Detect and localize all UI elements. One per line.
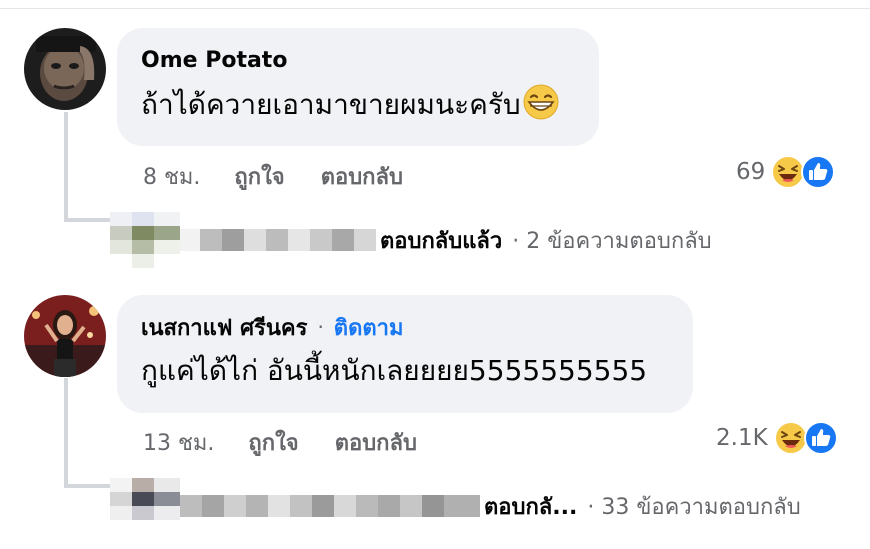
avatar-image	[24, 28, 106, 110]
reply-count[interactable]: · 33 ข้อความตอบกลับ	[587, 489, 800, 524]
reactions-1[interactable]: 69	[736, 152, 837, 192]
comment-time[interactable]: 8 ชม.	[143, 159, 200, 194]
reaction-count: 2.1K	[716, 425, 768, 451]
blurred-avatar	[110, 478, 180, 534]
view-replies-1[interactable]: ตอบกลับแล้ว · 2 ข้อความตอบกลับ	[110, 212, 712, 268]
reply-count[interactable]: · 2 ข้อความตอบกลับ	[512, 223, 711, 258]
reaction-count: 69	[736, 159, 766, 185]
thread-line-1	[64, 112, 68, 222]
comment-meta-2: 13 ชม. ถูกใจ ตอบกลับ	[143, 422, 417, 462]
haha-reaction-icon	[773, 421, 808, 455]
haha-reaction-icon	[771, 155, 806, 189]
like-reaction-icon	[801, 155, 836, 189]
thread-line-1-curve	[64, 218, 116, 222]
replied-label[interactable]: ตอบกลับแล้ว	[380, 223, 502, 258]
comment-text: กูแค่ได้ไก่ อันนี้หนักเลยยยย5555555555	[141, 354, 648, 387]
like-button[interactable]: ถูกใจ	[248, 425, 298, 460]
reaction-icons	[771, 155, 837, 189]
comment-text: ถ้าได้ควายเอามาขายผมนะครับ	[141, 84, 575, 125]
comment-time[interactable]: 13 ชม.	[143, 425, 214, 460]
comment-bubble-1: Ome Potato ถ้าได้ควายเอามาขายผมนะครับ	[117, 28, 599, 146]
follow-separator: ·	[317, 315, 324, 339]
blurred-name	[180, 495, 480, 517]
view-replies-2[interactable]: ตอบกลั... · 33 ข้อความตอบกลับ	[110, 478, 801, 526]
replied-label[interactable]: ตอบกลั...	[484, 489, 577, 524]
comment-bubble-2: เนสกาแฟ ศรีนคร · ติดตาม กูแค่ได้ไก่ อันน…	[117, 295, 693, 413]
avatar-ome-potato[interactable]	[24, 28, 106, 110]
reactions-2[interactable]: 2.1K	[716, 418, 840, 458]
like-reaction-icon	[803, 421, 838, 455]
follow-button[interactable]: ติดตาม	[334, 310, 404, 345]
grinning-face-emoji	[523, 84, 559, 120]
comment-meta-1: 8 ชม. ถูกใจ ตอบกลับ	[143, 156, 403, 196]
avatar-image	[24, 295, 106, 377]
reply-button[interactable]: ตอบกลับ	[335, 425, 417, 460]
avatar-nescafe-srinakhon[interactable]	[24, 295, 106, 377]
comment-author[interactable]: เนสกาแฟ ศรีนคร	[141, 310, 307, 345]
thread-line-2	[64, 378, 68, 486]
reaction-icons	[773, 421, 840, 455]
comment-author[interactable]: Ome Potato	[141, 48, 287, 73]
blurred-avatar	[110, 212, 180, 268]
top-divider	[0, 0, 870, 9]
thread-line-2-curve	[64, 484, 116, 488]
like-button[interactable]: ถูกใจ	[234, 159, 284, 194]
comment-text-content: ถ้าได้ควายเอามาขายผมนะครับ	[141, 88, 521, 121]
blurred-name	[180, 229, 376, 251]
reply-button[interactable]: ตอบกลับ	[321, 159, 403, 194]
